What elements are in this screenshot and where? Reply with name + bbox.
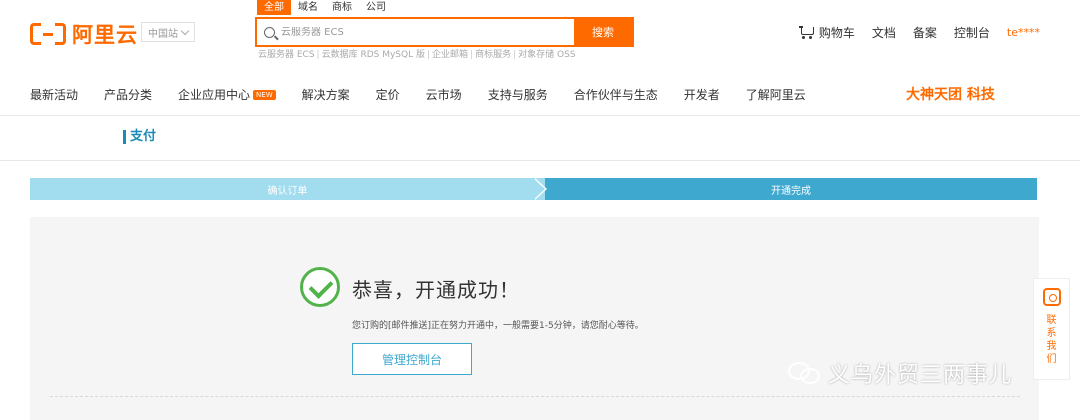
cart-icon: [798, 26, 815, 39]
hot-search-words: 云服务器 ECS | 云数据库 RDS MySQL 版 | 企业邮箱 | 商标服务 | 对象存储…: [256, 50, 577, 60]
search-scope-tabs: 全部 域名 商标 公司: [257, 0, 393, 15]
contact-label: 联系我们: [1046, 315, 1057, 365]
hot-word-oss[interactable]: 对象存储 OSS: [516, 50, 577, 60]
nav-item-label: 企业应用中心: [178, 88, 251, 102]
success-description: 您订购的[邮件推送]正在努力开通中，一般需要1-5分钟，请您耐心等待。: [352, 321, 644, 331]
contact-icon: [1042, 288, 1061, 306]
promo-banner[interactable]: 大神天团 科技: [906, 84, 995, 104]
wechat-icon: [788, 360, 822, 386]
brand-name: 阿里云: [72, 23, 138, 47]
nav-item-pricing[interactable]: 定价: [376, 86, 400, 103]
tab-company[interactable]: 公司: [359, 0, 393, 15]
nav-item-products[interactable]: 产品分类: [104, 86, 152, 103]
nav-item-support[interactable]: 支持与服务: [488, 86, 548, 103]
step-confirm-order: 确认订单: [30, 178, 545, 200]
nav-item-about[interactable]: 了解阿里云: [746, 86, 806, 103]
manage-console-button[interactable]: 管理控制台: [352, 343, 472, 375]
chevron-down-icon: [180, 26, 190, 35]
nav-item-partners[interactable]: 合作伙伴与生态: [574, 86, 658, 103]
order-progress-steps: 确认订单 开通完成: [30, 178, 1037, 200]
main-nav: 最新活动 产品分类 企业应用中心 NEW 解决方案 定价 云市场 支持与服务 合作…: [30, 86, 832, 103]
wechat-watermark: 义乌外贸三两事儿: [788, 357, 1012, 389]
aliyun-logo[interactable]: 阿里云: [30, 19, 138, 49]
cart-link[interactable]: 购物车: [798, 24, 855, 41]
docs-link[interactable]: 文档: [872, 24, 896, 41]
search-input[interactable]: [281, 26, 561, 38]
aliyun-logo-icon: [30, 23, 66, 45]
hot-word-trademark[interactable]: 商标服务: [473, 50, 513, 60]
search-icon: [264, 26, 275, 38]
tab-trademark[interactable]: 商标: [325, 0, 359, 15]
nav-item-activities[interactable]: 最新活动: [30, 86, 78, 103]
page-title: 支付: [123, 130, 156, 144]
contact-us-float[interactable]: 联系我们: [1033, 278, 1070, 380]
hot-word-ecs[interactable]: 云服务器 ECS: [256, 50, 317, 60]
beian-link[interactable]: 备案: [913, 24, 937, 41]
success-title: 恭喜，开通成功！: [352, 278, 520, 302]
title-divider: [0, 160, 1080, 161]
watermark-text: 义乌外贸三两事儿: [828, 363, 1013, 388]
region-selector[interactable]: 中国站: [141, 22, 195, 42]
nav-item-marketplace[interactable]: 云市场: [426, 86, 462, 103]
success-check-icon: [300, 267, 340, 307]
nav-item-developers[interactable]: 开发者: [684, 86, 720, 103]
hot-word-mail[interactable]: 企业邮箱: [430, 50, 470, 60]
region-label: 中国站: [148, 28, 178, 40]
step-arrow: [533, 178, 545, 200]
user-account[interactable]: te****: [1007, 26, 1040, 39]
tab-domain[interactable]: 域名: [291, 0, 325, 15]
nav-item-enterprise-apps[interactable]: 企业应用中心 NEW: [178, 86, 276, 103]
search-button[interactable]: 搜索: [574, 19, 632, 45]
search-bar: 搜索: [255, 17, 634, 47]
new-badge: NEW: [253, 89, 276, 100]
header-links: 购物车 文档 备案 控制台 te****: [798, 24, 1040, 41]
nav-divider: [0, 115, 1080, 116]
console-link[interactable]: 控制台: [954, 24, 990, 41]
nav-item-solutions[interactable]: 解决方案: [302, 86, 350, 103]
step-activation-complete: 开通完成: [545, 178, 1037, 200]
tab-all[interactable]: 全部: [257, 0, 291, 15]
cart-label: 购物车: [818, 26, 855, 40]
dashed-divider: [50, 396, 1020, 397]
hot-word-rds[interactable]: 云数据库 RDS MySQL 版: [320, 50, 427, 60]
